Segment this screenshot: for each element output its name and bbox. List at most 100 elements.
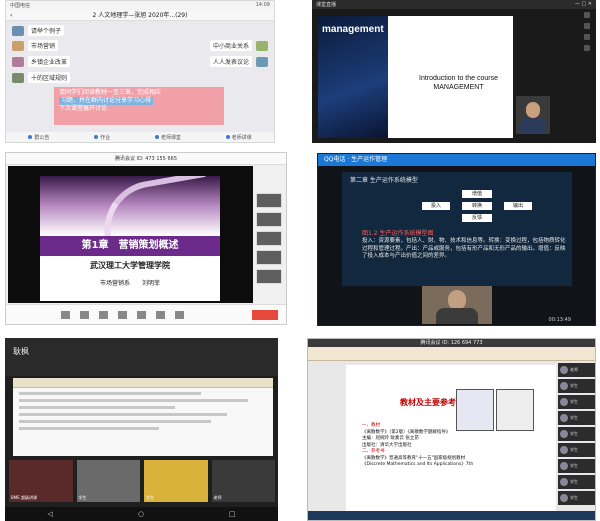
mic-icon[interactable] [61,310,70,319]
person-body [520,118,546,134]
toolbar-label: 老师课堂 [160,134,181,141]
slide-cityscape-image: management [318,16,388,138]
banner-line: 请同学们阅读教材一至三章，完成相应 [59,89,162,96]
slide-keyword: management [322,24,384,35]
chat-icon[interactable] [137,310,146,319]
end-meeting-button[interactable] [252,309,278,320]
participant-label: BME 超级讲课 [11,495,37,500]
record-icon[interactable] [156,310,165,319]
home-icon[interactable]: ○ [138,510,144,518]
chat-toolbar: 群公告 作业 老师课堂 老师讲课 [6,132,274,142]
share-icon[interactable] [584,34,590,40]
settings-icon[interactable] [175,310,184,319]
shared-slide: 第二章 生产运作系统模型 增值 投入 转换 输出 反馈 图1.2 生产运作系统模… [342,172,572,286]
participant-thumbnail[interactable] [256,212,282,227]
window-title: 课堂直播 [316,2,337,8]
camera-icon[interactable] [584,23,590,29]
participant-row[interactable]: 学生 [558,475,595,489]
participant-tile[interactable]: BME 超级讲课 [9,460,73,502]
participant-thumbnail[interactable] [256,193,282,208]
slide-title-line: Introduction to the course [419,75,498,82]
participant-thumbnail[interactable] [256,231,282,246]
members-icon[interactable] [118,310,127,319]
person-head [448,290,466,310]
participant-row[interactable]: 学生 [558,379,595,393]
toolbar-item[interactable]: 老师讲课 [225,134,252,141]
avatar [560,446,568,454]
announcement-icon [28,135,33,139]
toolbar-label: 群公告 [34,134,50,141]
meeting-stage: 第1章 营销策划概述 武汉理工大学管理学院 市场营销系 刘明菲 [8,166,253,303]
participant-row[interactable]: 学生 [558,395,595,409]
participant-row[interactable]: 学生 [558,411,595,425]
banner-line: 习题，并在群内讨论分享学习心得 [59,97,154,105]
mic-icon[interactable] [584,12,590,18]
avatar [256,57,268,67]
avatar [560,382,568,390]
participant-name: 学生 [570,463,578,468]
flow-box: 反馈 [462,214,492,222]
window-controls[interactable]: — □ ✕ [575,1,592,8]
shared-slide: management Introduction to the course MA… [318,16,513,138]
chat-bubble: 十的区域规则 [28,72,71,83]
caller-name: 耿枫 [13,347,29,356]
avatar [560,430,568,438]
department-line: 市场营销系 刘明菲 [99,280,160,287]
participant-name: 学生 [570,431,578,436]
person-head [526,102,540,118]
figure-caption: 图1.2 生产运作系统模型图 [362,230,434,237]
lecture-icon [225,135,230,139]
participant-tile[interactable]: 老师 [211,460,275,502]
participant-row[interactable]: 学生 [558,427,595,441]
chat-screenshot: 中国电信 14:09 ‹ 2 人文地理学—张旭 2020年...(29) 请举个… [5,0,275,143]
document-body: 一、教材 《离散数学》（第2版）《离散数学题解指导》 主编：屈婉玲 耿素云 张立… [362,423,542,469]
toolbar-item[interactable]: 老师课堂 [154,134,181,141]
participant-tile[interactable]: 学生 [144,460,208,502]
share-screen-icon[interactable] [99,310,108,319]
toolbar-item[interactable]: 作业 [94,134,110,141]
participant-label: 老师 [213,495,222,500]
office-ribbon [308,347,595,361]
avatar [560,398,568,406]
participant-name: 学生 [570,447,578,452]
participant-thumbnail[interactable] [256,250,282,265]
participant-thumbnail[interactable] [256,269,282,284]
participant-label: 学生 [146,495,154,500]
participant-strip: BME 超级讲课 学生 学生 老师 [9,460,275,502]
clock-label: 14:09 [255,2,270,8]
chat-title: 2 人文地理学—张旭 2020年...(29) [92,12,188,19]
recents-icon[interactable]: □ [229,510,236,518]
slide-header-art [40,176,220,240]
participant-name: 学生 [570,495,578,500]
avatar [560,494,568,502]
meeting-titlebar: 腾讯会议 ID: 126 694 773 [308,339,595,347]
avatar [560,366,568,374]
person-body [436,308,478,324]
text-line [19,406,175,409]
shared-slide: 第1章 营销策划概述 武汉理工大学管理学院 市场营销系 刘明菲 [40,176,220,301]
meeting-toolbar [6,304,286,324]
window-titlebar: 课堂直播 — □ ✕ [312,0,596,9]
participant-tile[interactable]: 学生 [76,460,140,502]
toolbar-item[interactable]: 群公告 [28,134,49,141]
participant-row[interactable]: 学生 [558,491,595,505]
participant-row[interactable]: 学生 [558,459,595,473]
text-line [19,399,248,402]
management-lecture-screenshot: 课堂直播 — □ ✕ management Introduction to th… [312,0,596,143]
chat-icon[interactable] [584,45,590,51]
slide-header: 第二章 生产运作系统模型 [350,177,418,184]
qq-call-titlebar: QQ电话 · 生产运作管理 [318,154,595,166]
document-line: 《Discrete Mathematics and Its Applicatio… [362,462,474,467]
participant-name: 学生 [570,399,578,404]
meeting-titlebar: 腾讯会议 ID: 473 155 665 [6,153,286,165]
flow-box: 投入 [422,202,450,210]
participant-name: 学生 [570,383,578,388]
teacher-camera-feed [516,96,550,134]
participant-row[interactable]: 老师 [558,363,595,377]
participant-row[interactable]: 学生 [558,443,595,457]
avatar [560,462,568,470]
back-icon[interactable]: ◁ [47,510,52,518]
android-nav-bar: ◁ ○ □ [5,507,278,521]
camera-icon[interactable] [80,310,89,319]
back-icon[interactable]: ‹ [10,10,12,21]
